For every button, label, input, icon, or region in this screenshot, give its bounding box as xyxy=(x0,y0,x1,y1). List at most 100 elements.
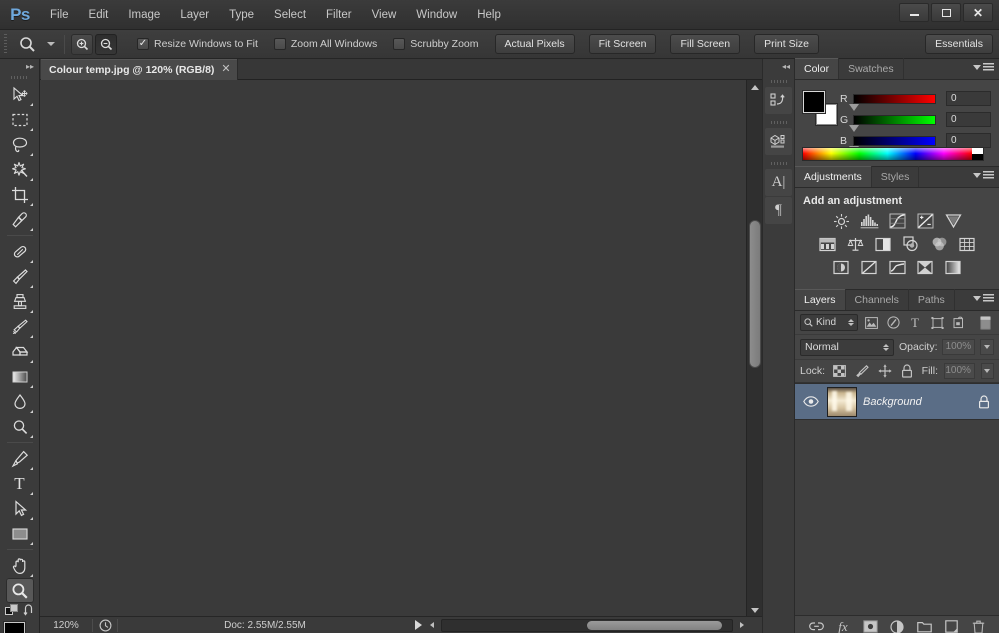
curves-button[interactable] xyxy=(887,212,907,230)
menu-image[interactable]: Image xyxy=(118,0,170,30)
opacity-value-field[interactable]: 100% xyxy=(942,339,976,355)
red-value-field[interactable]: 0 xyxy=(946,91,991,106)
table-row[interactable]: Background xyxy=(795,383,999,420)
filter-shape-layers-button[interactable] xyxy=(928,314,946,332)
tab-color[interactable]: Color xyxy=(795,58,840,79)
threshold-button[interactable] xyxy=(887,258,907,276)
lock-position-button[interactable] xyxy=(876,362,893,380)
close-button[interactable]: ✕ xyxy=(963,3,993,22)
fit-screen-button[interactable]: Fit Screen xyxy=(588,34,657,54)
red-slider[interactable] xyxy=(849,93,936,111)
slider-knob[interactable] xyxy=(849,103,859,111)
dock-collapse-button[interactable]: ◂◂ xyxy=(763,59,794,73)
green-slider[interactable] xyxy=(849,114,936,132)
black-white-button[interactable] xyxy=(873,235,893,253)
clone-stamp-tool[interactable] xyxy=(6,289,34,314)
scrubby-zoom-checkbox[interactable] xyxy=(393,38,406,50)
green-value-field[interactable]: 0 xyxy=(946,112,991,127)
filter-smart-objects-button[interactable] xyxy=(950,314,968,332)
document-preview-icon[interactable] xyxy=(93,619,117,632)
layer-filter-toggle[interactable] xyxy=(976,314,994,332)
layers-panel-menu-button[interactable] xyxy=(973,294,994,303)
invert-button[interactable] xyxy=(831,258,851,276)
menu-window[interactable]: Window xyxy=(406,0,467,30)
status-menu-button[interactable] xyxy=(410,620,426,630)
zoom-in-button[interactable] xyxy=(71,33,93,55)
tools-collapse-button[interactable]: ▸▸ xyxy=(0,59,39,73)
blend-mode-select[interactable]: Normal xyxy=(800,338,894,356)
tab-swatches[interactable]: Swatches xyxy=(839,58,904,79)
new-layer-button[interactable] xyxy=(943,619,959,633)
character-panel-button[interactable]: A| xyxy=(765,169,792,196)
layer-list[interactable]: Background xyxy=(795,383,999,615)
menu-help[interactable]: Help xyxy=(467,0,511,30)
zoom-out-button[interactable] xyxy=(95,33,117,55)
channel-mixer-button[interactable] xyxy=(929,235,949,253)
lock-transparent-pixels-button[interactable] xyxy=(831,362,848,380)
menu-type[interactable]: Type xyxy=(219,0,264,30)
resize-windows-to-fit-checkbox[interactable]: ✓ xyxy=(137,38,149,50)
zoom-level-field[interactable]: 120% xyxy=(40,620,92,631)
current-tool-icon[interactable] xyxy=(10,30,44,59)
paragraph-panel-button[interactable]: ¶ xyxy=(765,197,792,224)
hscroll-left-button[interactable] xyxy=(426,622,438,628)
horizontal-type-tool[interactable]: T xyxy=(6,471,34,496)
tab-paths[interactable]: Paths xyxy=(909,289,955,310)
horizontal-scroll-thumb[interactable] xyxy=(587,620,722,630)
new-adjustment-layer-button[interactable] xyxy=(889,619,905,633)
hue-saturation-button[interactable] xyxy=(817,235,837,253)
fill-value-field[interactable]: 100% xyxy=(944,363,975,379)
vertical-scroll-thumb[interactable] xyxy=(749,220,761,368)
color-spectrum-ramp[interactable] xyxy=(802,147,984,161)
layer-style-button[interactable]: fx xyxy=(835,619,851,633)
tools-grip[interactable] xyxy=(0,73,39,82)
selective-color-button[interactable] xyxy=(915,258,935,276)
color-balance-button[interactable] xyxy=(845,235,865,253)
pen-tool[interactable] xyxy=(6,446,34,471)
photo-filter-button[interactable] xyxy=(901,235,921,253)
vibrance-button[interactable] xyxy=(943,212,963,230)
filter-type-layers-button[interactable]: T xyxy=(906,314,924,332)
rectangle-tool[interactable] xyxy=(6,521,34,546)
blur-tool[interactable] xyxy=(6,389,34,414)
gradient-map-button[interactable] xyxy=(943,258,963,276)
document-tab-close-icon[interactable]: ✕ xyxy=(221,64,230,75)
menu-layer[interactable]: Layer xyxy=(170,0,219,30)
zoom-all-windows-group[interactable]: Zoom All Windows xyxy=(273,38,377,50)
menu-file[interactable]: File xyxy=(40,0,79,30)
options-bar-grip[interactable] xyxy=(0,30,10,59)
blue-value-field[interactable]: 0 xyxy=(946,133,991,148)
zoom-tool[interactable] xyxy=(5,578,34,603)
slider-knob[interactable] xyxy=(849,124,859,132)
scroll-up-button[interactable] xyxy=(747,80,763,94)
vertical-scrollbar[interactable] xyxy=(746,80,762,617)
maximize-button[interactable] xyxy=(931,3,961,22)
minimize-button[interactable] xyxy=(899,3,929,22)
kind-stepper-icon[interactable] xyxy=(848,319,854,326)
foreground-color-swatch[interactable] xyxy=(3,622,25,633)
menu-view[interactable]: View xyxy=(362,0,407,30)
color-panel-menu-button[interactable] xyxy=(973,63,994,72)
canvas[interactable] xyxy=(40,80,746,617)
eyedropper-tool[interactable] xyxy=(6,207,34,232)
hscroll-right-button[interactable] xyxy=(736,622,748,628)
fill-dropdown-button[interactable] xyxy=(980,363,994,379)
color-lookup-button[interactable] xyxy=(957,235,977,253)
move-tool[interactable] xyxy=(6,82,34,107)
menu-select[interactable]: Select xyxy=(264,0,316,30)
layer-thumbnail[interactable] xyxy=(827,386,857,417)
filter-adjustment-layers-button[interactable] xyxy=(884,314,902,332)
rectangular-marquee-tool[interactable] xyxy=(6,107,34,132)
spot-healing-brush-tool[interactable] xyxy=(6,239,34,264)
scroll-down-button[interactable] xyxy=(747,603,763,617)
crop-tool[interactable] xyxy=(6,182,34,207)
actual-pixels-button[interactable]: Actual Pixels xyxy=(494,34,575,54)
blue-slider[interactable] xyxy=(849,135,936,153)
exposure-button[interactable] xyxy=(915,212,935,230)
path-selection-tool[interactable] xyxy=(6,496,34,521)
print-size-button[interactable]: Print Size xyxy=(754,34,820,54)
new-group-button[interactable] xyxy=(916,619,932,633)
filter-pixel-layers-button[interactable] xyxy=(862,314,880,332)
tab-styles[interactable]: Styles xyxy=(872,166,920,187)
resize-windows-to-fit-group[interactable]: ✓ Resize Windows to Fit xyxy=(137,38,258,50)
